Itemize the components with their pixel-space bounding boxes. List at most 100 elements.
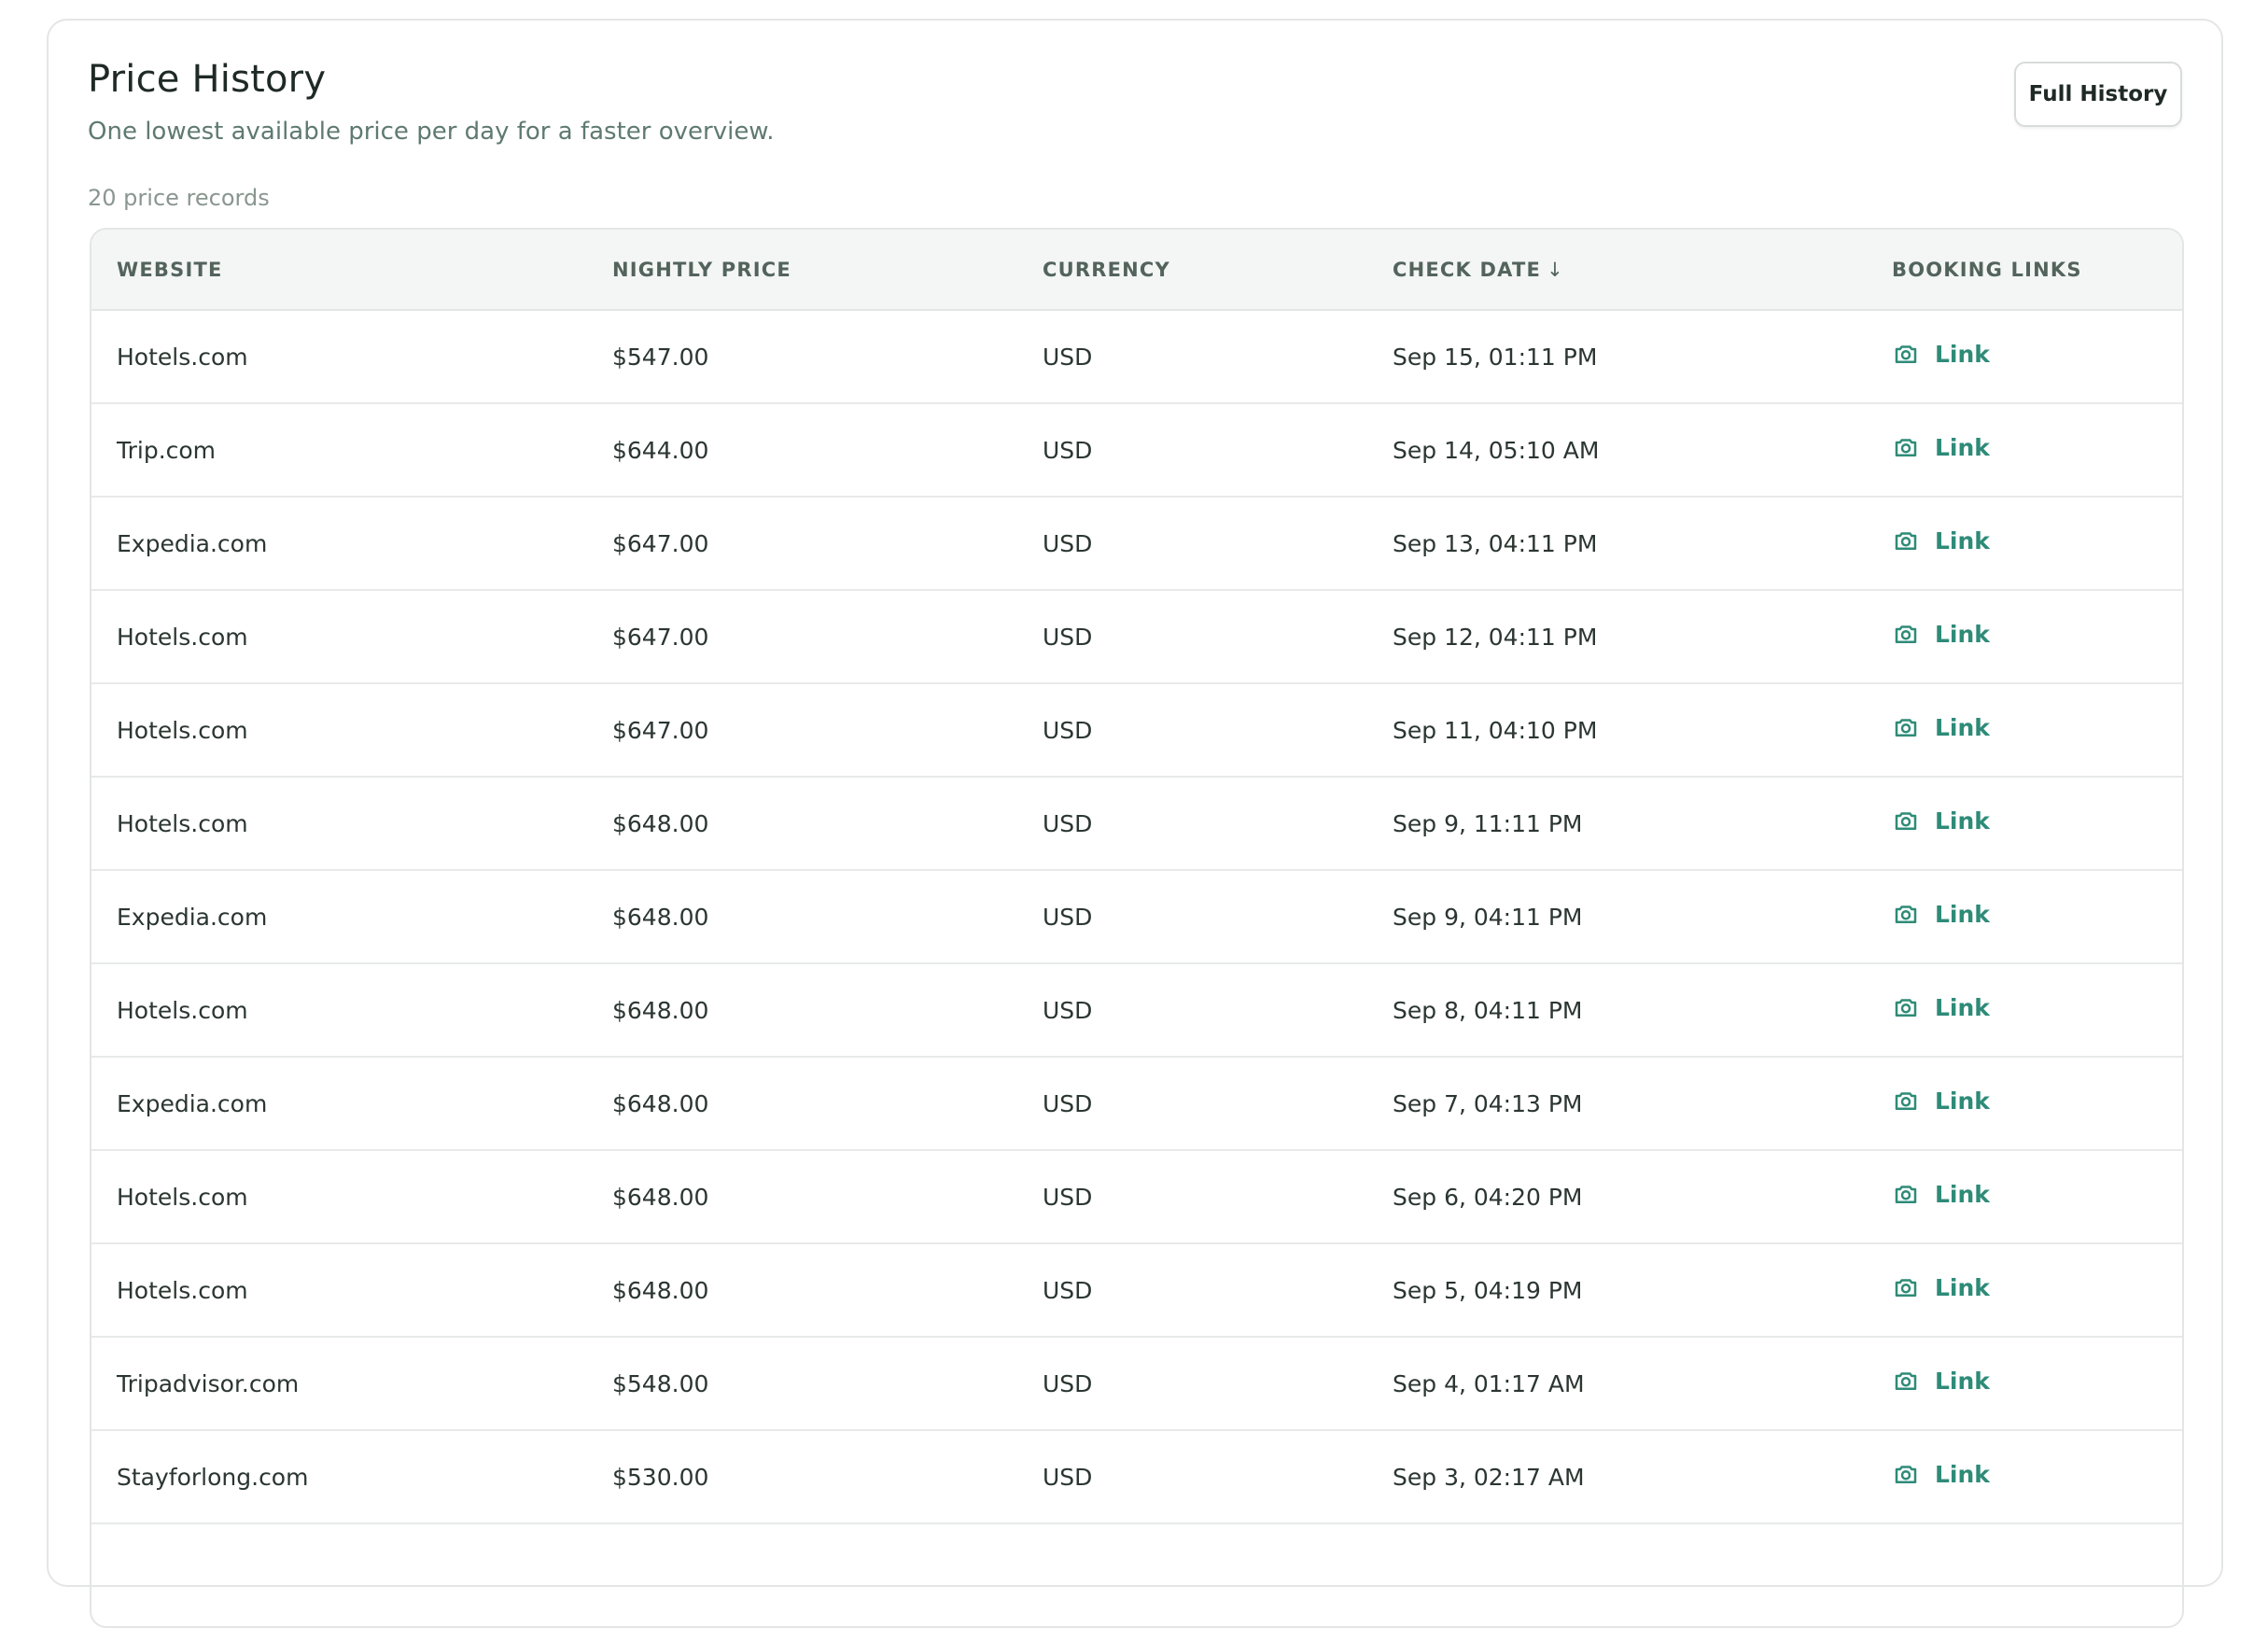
camera-icon (1892, 620, 1935, 648)
cell-nightly-price: $548.00 (587, 1337, 1017, 1431)
cell-check-date: Sep 14, 05:10 AM (1367, 403, 1867, 498)
sort-down-arrow-icon: ↓ (1547, 258, 1564, 281)
table-row: Expedia.com $648.00 USD Sep 9, 04:11 PM Link (91, 870, 2182, 964)
cell-check-date: Sep 4, 01:17 AM (1367, 1337, 1867, 1431)
cell-check-date: Sep 15, 01:11 PM (1367, 310, 1867, 404)
table-header-row: WEBSITE NIGHTLY PRICE CURRENCY CHECK DAT… (91, 230, 2182, 311)
cell-currency: USD (1017, 403, 1367, 498)
cell-nightly-price: $648.00 (587, 1150, 1017, 1244)
price-table-container: WEBSITE NIGHTLY PRICE CURRENCY CHECK DAT… (90, 228, 2184, 1628)
booking-link[interactable]: Link (1892, 620, 1990, 648)
cell-booking-links: Link (1867, 1430, 2182, 1524)
column-header-website[interactable]: WEBSITE (91, 230, 587, 311)
booking-link[interactable]: Link (1892, 433, 1990, 461)
column-header-check-date[interactable]: CHECK DATE ↓ (1367, 230, 1867, 311)
cell-currency: USD (1017, 777, 1367, 871)
booking-link[interactable]: Link (1892, 526, 1990, 554)
table-row: Tripadvisor.com $548.00 USD Sep 4, 01:17 AM… (91, 1337, 2182, 1431)
table-row: Expedia.com $647.00 USD Sep 13, 04:11 PM Lin… (91, 497, 2182, 591)
cell-website: Hotels.com (91, 310, 587, 404)
cell-nightly-price: $647.00 (587, 590, 1017, 684)
camera-icon (1892, 993, 1935, 1021)
camera-icon (1892, 1180, 1935, 1208)
booking-link-label: Link (1935, 713, 1990, 741)
cell-nightly-price: $648.00 (587, 1057, 1017, 1151)
cell-check-date: Sep 12, 04:11 PM (1367, 590, 1867, 684)
booking-link-label: Link (1935, 807, 1990, 835)
booking-link[interactable]: Link (1892, 340, 1990, 368)
camera-icon (1892, 340, 1935, 368)
cell-currency: USD (1017, 1057, 1367, 1151)
table-row: Hotels.com $647.00 USD Sep 11, 04:10 PM Link (91, 683, 2182, 778)
cell-check-date: Sep 13, 04:11 PM (1367, 497, 1867, 591)
booking-link[interactable]: Link (1892, 713, 1990, 741)
page-title: Price History (88, 58, 327, 101)
cell-website: Stayforlong.com (91, 1430, 587, 1524)
booking-link[interactable]: Link (1892, 900, 1990, 928)
price-table: WEBSITE NIGHTLY PRICE CURRENCY CHECK DAT… (91, 230, 2182, 1524)
column-header-nightly-price[interactable]: NIGHTLY PRICE (587, 230, 1017, 311)
cell-booking-links: Link (1867, 1057, 2182, 1151)
cell-website: Expedia.com (91, 1057, 587, 1151)
booking-link-label: Link (1935, 1273, 1990, 1301)
camera-icon (1892, 1273, 1935, 1301)
cell-booking-links: Link (1867, 403, 2182, 498)
table-row: Expedia.com $648.00 USD Sep 7, 04:13 PM Link (91, 1057, 2182, 1151)
cell-website: Hotels.com (91, 1243, 587, 1338)
cell-currency: USD (1017, 1337, 1367, 1431)
camera-icon (1892, 1367, 1935, 1395)
cell-currency: USD (1017, 497, 1367, 591)
column-header-check-date-label: CHECK DATE (1393, 258, 1542, 281)
cell-booking-links: Link (1867, 310, 2182, 404)
cell-nightly-price: $648.00 (587, 777, 1017, 871)
cell-nightly-price: $648.00 (587, 1243, 1017, 1338)
cell-website: Expedia.com (91, 497, 587, 591)
cell-check-date: Sep 9, 11:11 PM (1367, 777, 1867, 871)
cell-currency: USD (1017, 590, 1367, 684)
cell-booking-links: Link (1867, 497, 2182, 591)
booking-link-label: Link (1935, 900, 1990, 928)
cell-check-date: Sep 9, 04:11 PM (1367, 870, 1867, 964)
cell-check-date: Sep 11, 04:10 PM (1367, 683, 1867, 778)
cell-nightly-price: $648.00 (587, 963, 1017, 1058)
cell-booking-links: Link (1867, 1337, 2182, 1431)
cell-nightly-price: $547.00 (587, 310, 1017, 404)
full-history-button[interactable]: Full History (2014, 62, 2182, 127)
table-body: Hotels.com $547.00 USD Sep 15, 01:11 PM Link… (91, 310, 2182, 1524)
cell-currency: USD (1017, 1243, 1367, 1338)
cell-booking-links: Link (1867, 963, 2182, 1058)
cell-website: Tripadvisor.com (91, 1337, 587, 1431)
column-header-currency[interactable]: CURRENCY (1017, 230, 1367, 311)
camera-icon (1892, 1087, 1935, 1115)
booking-link[interactable]: Link (1892, 1460, 1990, 1488)
cell-check-date: Sep 8, 04:11 PM (1367, 963, 1867, 1058)
booking-link[interactable]: Link (1892, 1087, 1990, 1115)
cell-nightly-price: $644.00 (587, 403, 1017, 498)
table-row: Hotels.com $647.00 USD Sep 12, 04:11 PM Link (91, 590, 2182, 684)
camera-icon (1892, 713, 1935, 741)
booking-link[interactable]: Link (1892, 1180, 1990, 1208)
table-row: Hotels.com $648.00 USD Sep 9, 11:11 PM Link (91, 777, 2182, 871)
booking-link[interactable]: Link (1892, 993, 1990, 1021)
price-history-card: Price History One lowest available price… (47, 19, 2223, 1628)
booking-link-label: Link (1935, 1367, 1990, 1395)
cell-website: Expedia.com (91, 870, 587, 964)
booking-link[interactable]: Link (1892, 1367, 1990, 1395)
column-header-booking-links: BOOKING LINKS (1867, 230, 2182, 311)
booking-link-label: Link (1935, 1087, 1990, 1115)
booking-link[interactable]: Link (1892, 807, 1990, 835)
cell-currency: USD (1017, 1150, 1367, 1244)
camera-icon (1892, 807, 1935, 835)
cell-nightly-price: $647.00 (587, 497, 1017, 591)
cell-currency: USD (1017, 310, 1367, 404)
cell-check-date: Sep 7, 04:13 PM (1367, 1057, 1867, 1151)
booking-link[interactable]: Link (1892, 1273, 1990, 1301)
table-row: Hotels.com $648.00 USD Sep 6, 04:20 PM Link (91, 1150, 2182, 1244)
cell-booking-links: Link (1867, 870, 2182, 964)
cell-booking-links: Link (1867, 777, 2182, 871)
booking-link-label: Link (1935, 620, 1990, 648)
cell-booking-links: Link (1867, 1150, 2182, 1244)
cell-website: Hotels.com (91, 777, 587, 871)
record-count: 20 price records (88, 185, 270, 211)
camera-icon (1892, 526, 1935, 554)
